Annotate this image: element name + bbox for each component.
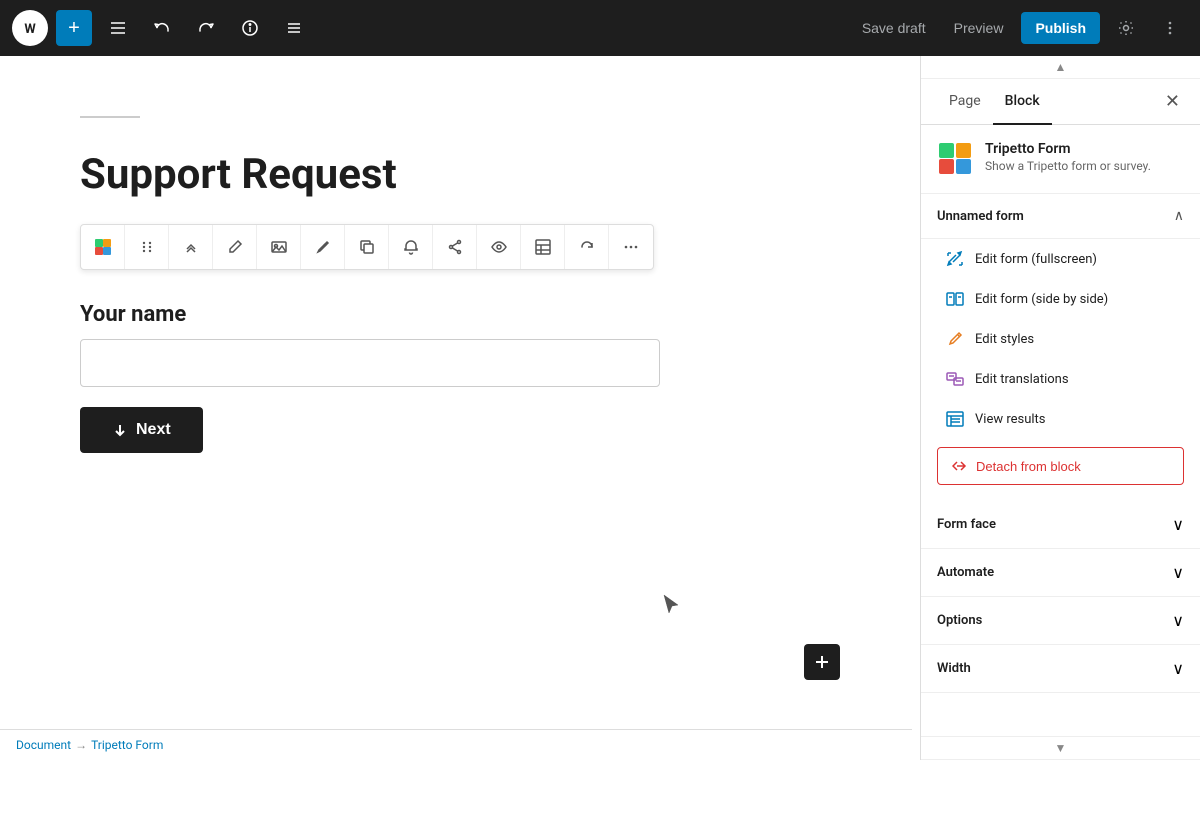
preview-eye-button[interactable] [477,225,521,269]
notification-button[interactable] [389,225,433,269]
post-title: Support Request [80,150,840,200]
edit-styles-icon [945,329,965,349]
more-options-button[interactable] [1152,10,1188,46]
scroll-down-arrow[interactable]: ▼ [921,736,1200,760]
undo-button[interactable] [144,10,180,46]
plugin-desc-label: Show a Tripetto form or survey. [985,159,1151,173]
pencil-button[interactable] [213,225,257,269]
breadcrumb-tripetto-form[interactable]: Tripetto Form [91,738,163,752]
form-face-header[interactable]: Form face ∨ [921,501,1200,548]
block-toolbar [80,224,654,270]
tab-page[interactable]: Page [937,79,993,125]
top-toolbar: W + Save dra [0,0,1200,56]
width-chevron: ∨ [1172,659,1184,678]
edit-sidebyside-label: Edit form (side by side) [975,292,1108,307]
drag-handle[interactable] [125,225,169,269]
view-results[interactable]: View results [921,399,1200,439]
info-button[interactable] [232,10,268,46]
separator-line [80,116,140,118]
redo-button[interactable] [188,10,224,46]
share-button[interactable] [433,225,477,269]
settings-button[interactable] [1108,10,1144,46]
view-results-icon [945,409,965,429]
detach-label: Detach from block [976,459,1081,474]
unnamed-form-title: Unnamed form [937,209,1024,224]
wp-logo-button[interactable]: W [12,10,48,46]
options-section: Options ∨ [921,597,1200,645]
move-up-button[interactable] [169,225,213,269]
options-title: Options [937,613,982,628]
form-field-label: Your name [80,302,840,327]
edit-translations-label: Edit translations [975,372,1069,387]
next-button[interactable]: Next [80,407,203,453]
automate-title: Automate [937,565,994,580]
svg-text:W: W [24,22,36,37]
edit-fullscreen-icon [945,249,965,269]
edit-sidebyside-icon [945,289,965,309]
automate-header[interactable]: Automate ∨ [921,549,1200,596]
tools-button[interactable] [100,10,136,46]
form-face-section: Form face ∨ [921,501,1200,549]
main-layout: Support Request [0,56,1200,760]
cursor [662,593,680,620]
breadcrumb-bar: Document → Tripetto Form [0,729,912,760]
document-overview-button[interactable] [276,10,312,46]
preview-button[interactable]: Preview [944,12,1014,44]
form-name-input[interactable] [80,339,660,387]
automate-chevron: ∨ [1172,563,1184,582]
detach-from-block-button[interactable]: Detach from block [937,447,1184,485]
unnamed-form-section[interactable]: Unnamed form ∧ [921,194,1200,239]
unnamed-form-chevron-up: ∧ [1174,208,1184,224]
form-face-title: Form face [937,517,996,532]
view-results-label: View results [975,412,1046,427]
scroll-up-arrow[interactable]: ▲ [921,56,1200,79]
editor-area: Support Request [0,56,920,760]
edit-translations-icon [945,369,965,389]
tab-block[interactable]: Block [993,79,1052,125]
toolbar-right: Save draft Preview Publish [852,10,1188,46]
add-block-floating-button[interactable] [804,644,840,680]
copy-button[interactable] [345,225,389,269]
options-chevron: ∨ [1172,611,1184,630]
block-icon-button[interactable] [81,225,125,269]
add-block-toolbar-button[interactable]: + [56,10,92,46]
width-header[interactable]: Width ∨ [921,645,1200,692]
sidebar-close-button[interactable]: ✕ [1161,87,1184,116]
plugin-name-label: Tripetto Form [985,141,1151,157]
breadcrumb-separator: → [75,738,87,752]
plugin-info: Tripetto Form Show a Tripetto form or su… [921,125,1200,194]
more-block-options[interactable] [609,225,653,269]
sidebar-tabs: Page Block ✕ [921,79,1200,125]
plugin-text: Tripetto Form Show a Tripetto form or su… [985,141,1151,173]
table-button[interactable] [521,225,565,269]
edit-styles-label: Edit styles [975,332,1034,347]
form-content: Your name Next [80,302,840,453]
plugin-logo [937,141,973,177]
eyedropper-button[interactable] [301,225,345,269]
options-header[interactable]: Options ∨ [921,597,1200,644]
width-title: Width [937,661,971,676]
edit-fullscreen-label: Edit form (fullscreen) [975,252,1097,267]
refresh-button[interactable] [565,225,609,269]
edit-translations[interactable]: Edit translations [921,359,1200,399]
save-draft-button[interactable]: Save draft [852,12,936,44]
publish-button[interactable]: Publish [1021,12,1100,44]
width-section: Width ∨ [921,645,1200,693]
right-sidebar: ▲ Page Block ✕ Tripetto Form Show a Trip… [920,56,1200,760]
edit-styles[interactable]: Edit styles [921,319,1200,359]
image-button[interactable] [257,225,301,269]
form-face-chevron: ∨ [1172,515,1184,534]
automate-section: Automate ∨ [921,549,1200,597]
edit-form-fullscreen[interactable]: Edit form (fullscreen) [921,239,1200,279]
breadcrumb-document[interactable]: Document [16,738,71,752]
edit-form-sidebyside[interactable]: Edit form (side by side) [921,279,1200,319]
